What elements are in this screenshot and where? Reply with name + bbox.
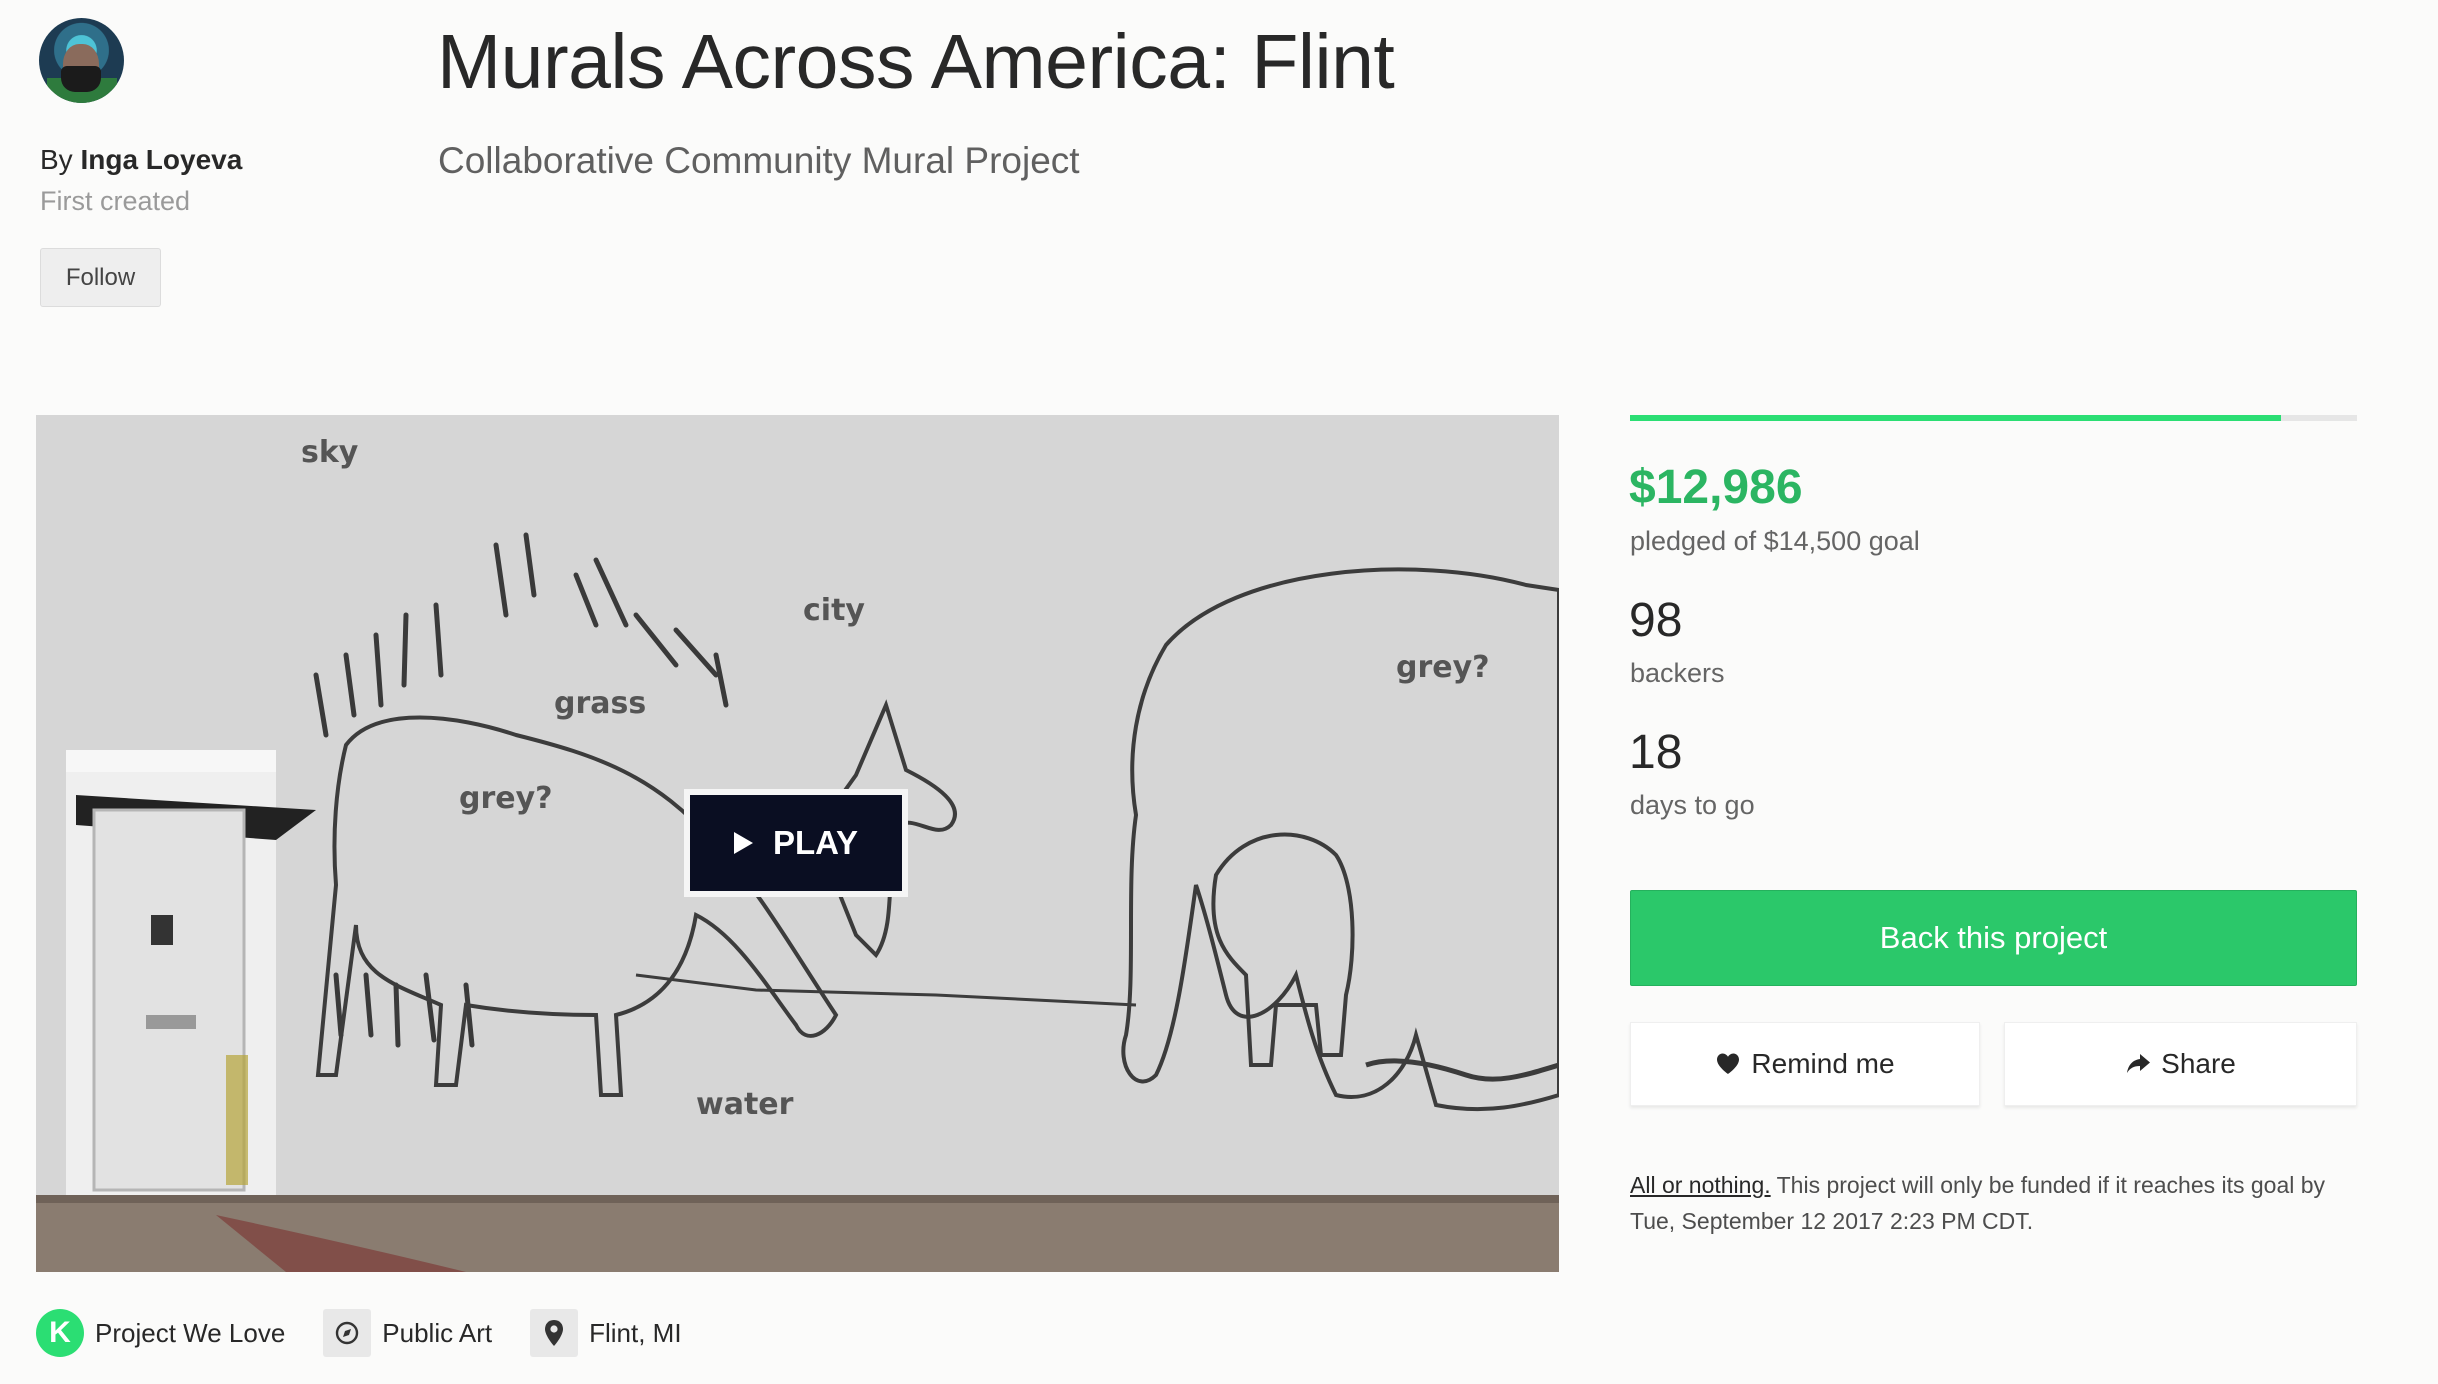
back-this-project-button[interactable]: Back this project xyxy=(1630,890,2357,986)
remind-me-button[interactable]: Remind me xyxy=(1630,1022,1980,1106)
follow-button[interactable]: Follow xyxy=(40,248,161,307)
tag-label: Flint, MI xyxy=(589,1317,682,1348)
mural-word-grey-donkey: grey? xyxy=(459,781,553,816)
project-subtitle: Collaborative Community Mural Project xyxy=(438,140,1080,181)
creator-byline: By Inga Loyeva xyxy=(40,144,242,176)
heart-icon xyxy=(1717,1053,1740,1074)
pledged-amount: $12,986 xyxy=(1629,461,1803,514)
project-tags: K Project We Love Public Art Flint, MI xyxy=(36,1308,720,1358)
tag-label: Public Art xyxy=(382,1317,493,1348)
tag-category[interactable]: Public Art xyxy=(323,1309,492,1357)
creator-name-link[interactable]: Inga Loyeva xyxy=(80,144,242,175)
tag-project-we-love[interactable]: K Project We Love xyxy=(36,1309,285,1357)
mural-word-sky: sky xyxy=(301,435,359,470)
backers-count: 98 xyxy=(1629,594,1683,647)
play-label: PLAY xyxy=(773,824,858,861)
days-to-go-count: 18 xyxy=(1629,726,1683,779)
mural-word-city: city xyxy=(803,593,865,628)
play-button[interactable]: PLAY xyxy=(684,789,908,897)
backers-label: backers xyxy=(1630,658,1725,688)
share-label: Share xyxy=(2161,1048,2236,1079)
project-page: By Inga Loyeva First created Follow Mura… xyxy=(0,0,2438,1384)
first-created-label: First created xyxy=(40,186,191,216)
mural-word-grey-elephant: grey? xyxy=(1396,650,1490,685)
by-prefix: By xyxy=(40,144,73,175)
project-video[interactable]: sky city grass grey? grey? water PLAY xyxy=(36,415,1559,1272)
tag-location[interactable]: Flint, MI xyxy=(530,1309,682,1357)
creator-avatar[interactable] xyxy=(39,18,124,103)
kickstarter-k-icon: K xyxy=(36,1309,84,1357)
all-or-nothing-link[interactable]: All or nothing. xyxy=(1630,1172,1771,1198)
funding-terms: All or nothing. This project will only b… xyxy=(1630,1167,2370,1239)
share-arrow-icon xyxy=(2127,1054,2151,1073)
share-button[interactable]: Share xyxy=(2004,1022,2357,1106)
mural-word-grass: grass xyxy=(554,686,647,721)
project-title: Murals Across America: Flint xyxy=(437,19,1395,105)
compass-icon xyxy=(323,1309,372,1357)
pledged-goal-text: pledged of $14,500 goal xyxy=(1630,526,1920,556)
funding-progress-fill xyxy=(1630,415,2282,421)
funding-progress-bar xyxy=(1630,415,2357,421)
mural-word-water: water xyxy=(696,1087,794,1122)
tag-label: Project We Love xyxy=(95,1317,286,1348)
location-pin-icon xyxy=(530,1309,579,1357)
days-to-go-label: days to go xyxy=(1630,790,1755,820)
play-icon xyxy=(734,832,753,854)
remind-me-label: Remind me xyxy=(1751,1048,1895,1079)
